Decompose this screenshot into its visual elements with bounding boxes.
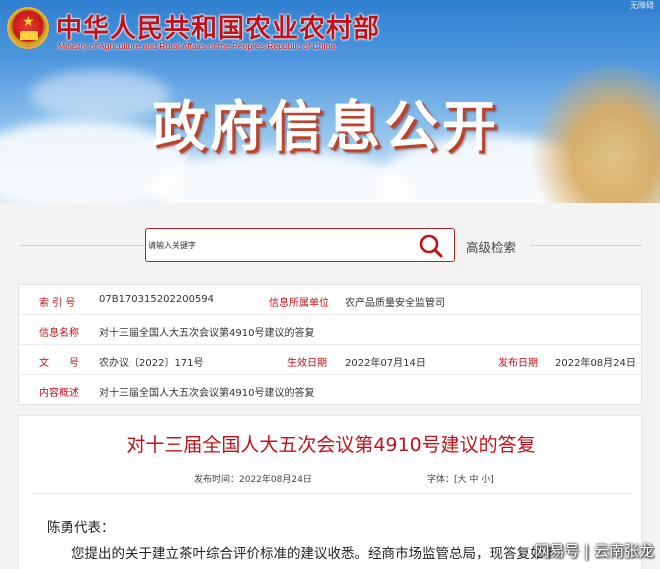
search-input[interactable] xyxy=(148,231,408,259)
salutation: 陈勇代表： xyxy=(47,520,115,536)
info-row-doc-number: 文 号 农办议〔2022〕171号 生效日期 2022年07月14日 发布日期 … xyxy=(19,345,643,375)
doc-number-value: 农办议〔2022〕171号 xyxy=(99,358,204,369)
source-watermark: 网易号 | 云南张龙 xyxy=(534,542,654,560)
info-row-summary: 内容概述 对十三届全国人大五次会议第4910号建议的答复 xyxy=(19,375,643,405)
summary-value: 对十三届全国人大五次会议第4910号建议的答复 xyxy=(99,388,315,399)
effective-date-label: 生效日期 xyxy=(287,358,327,369)
publish-time: 发布时间：2022年08月24日 xyxy=(194,475,312,485)
publish-date-value: 2022年08月24日 xyxy=(555,358,636,369)
header-banner: ★ 中华人民共和国农业农村部 Ministry of Agriculture a… xyxy=(0,0,660,203)
banner-title: 政府信息公开 xyxy=(152,95,500,158)
index-label: 索 引 号 xyxy=(39,298,76,309)
search-divider-right xyxy=(530,245,642,246)
wheat-decoration xyxy=(530,60,660,203)
meta-divider xyxy=(31,493,631,494)
advanced-search-link[interactable]: 高级检索 xyxy=(466,237,516,256)
ministry-name-cn[interactable]: 中华人民共和国农业农村部 xyxy=(56,8,380,45)
name-value: 对十三届全国人大五次会议第4910号建议的答复 xyxy=(99,328,315,339)
font-size-switcher[interactable]: 字体：[大 中 小] xyxy=(427,472,494,485)
search-box xyxy=(145,228,455,262)
ministry-name-en: Ministry of Agriculture and Rural Affair… xyxy=(58,41,336,51)
body-paragraph: 您提出的关于建立茶叶综合评价标准的建议收悉。经商市场监管总局，现答复如下： xyxy=(71,546,571,562)
name-label: 信息名称 xyxy=(39,328,79,339)
summary-label: 内容概述 xyxy=(39,388,79,399)
org-label: 信息所属单位 xyxy=(269,298,329,309)
publish-date-label: 发布日期 xyxy=(498,358,538,369)
org-value: 农产品质量安全监管司 xyxy=(345,298,445,309)
info-row-index: 索 引 号 07B170315202200594 信息所属单位 农产品质量安全监… xyxy=(19,285,643,315)
search-icon[interactable] xyxy=(418,233,444,259)
accessibility-link[interactable]: 无障碍 xyxy=(630,0,654,11)
doc-number-label: 文 号 xyxy=(39,358,79,369)
index-value: 07B170315202200594 xyxy=(99,294,215,305)
info-row-name: 信息名称 对十三届全国人大五次会议第4910号建议的答复 xyxy=(19,315,643,345)
document-info-panel: 索 引 号 07B170315202200594 信息所属单位 农产品质量安全监… xyxy=(18,284,643,405)
search-divider-left xyxy=(20,245,145,246)
effective-date-value: 2022年07月14日 xyxy=(345,358,426,369)
national-emblem-icon: ★ xyxy=(7,7,49,49)
article-title: 对十三届全国人大五次会议第4910号建议的答复 xyxy=(126,434,536,456)
